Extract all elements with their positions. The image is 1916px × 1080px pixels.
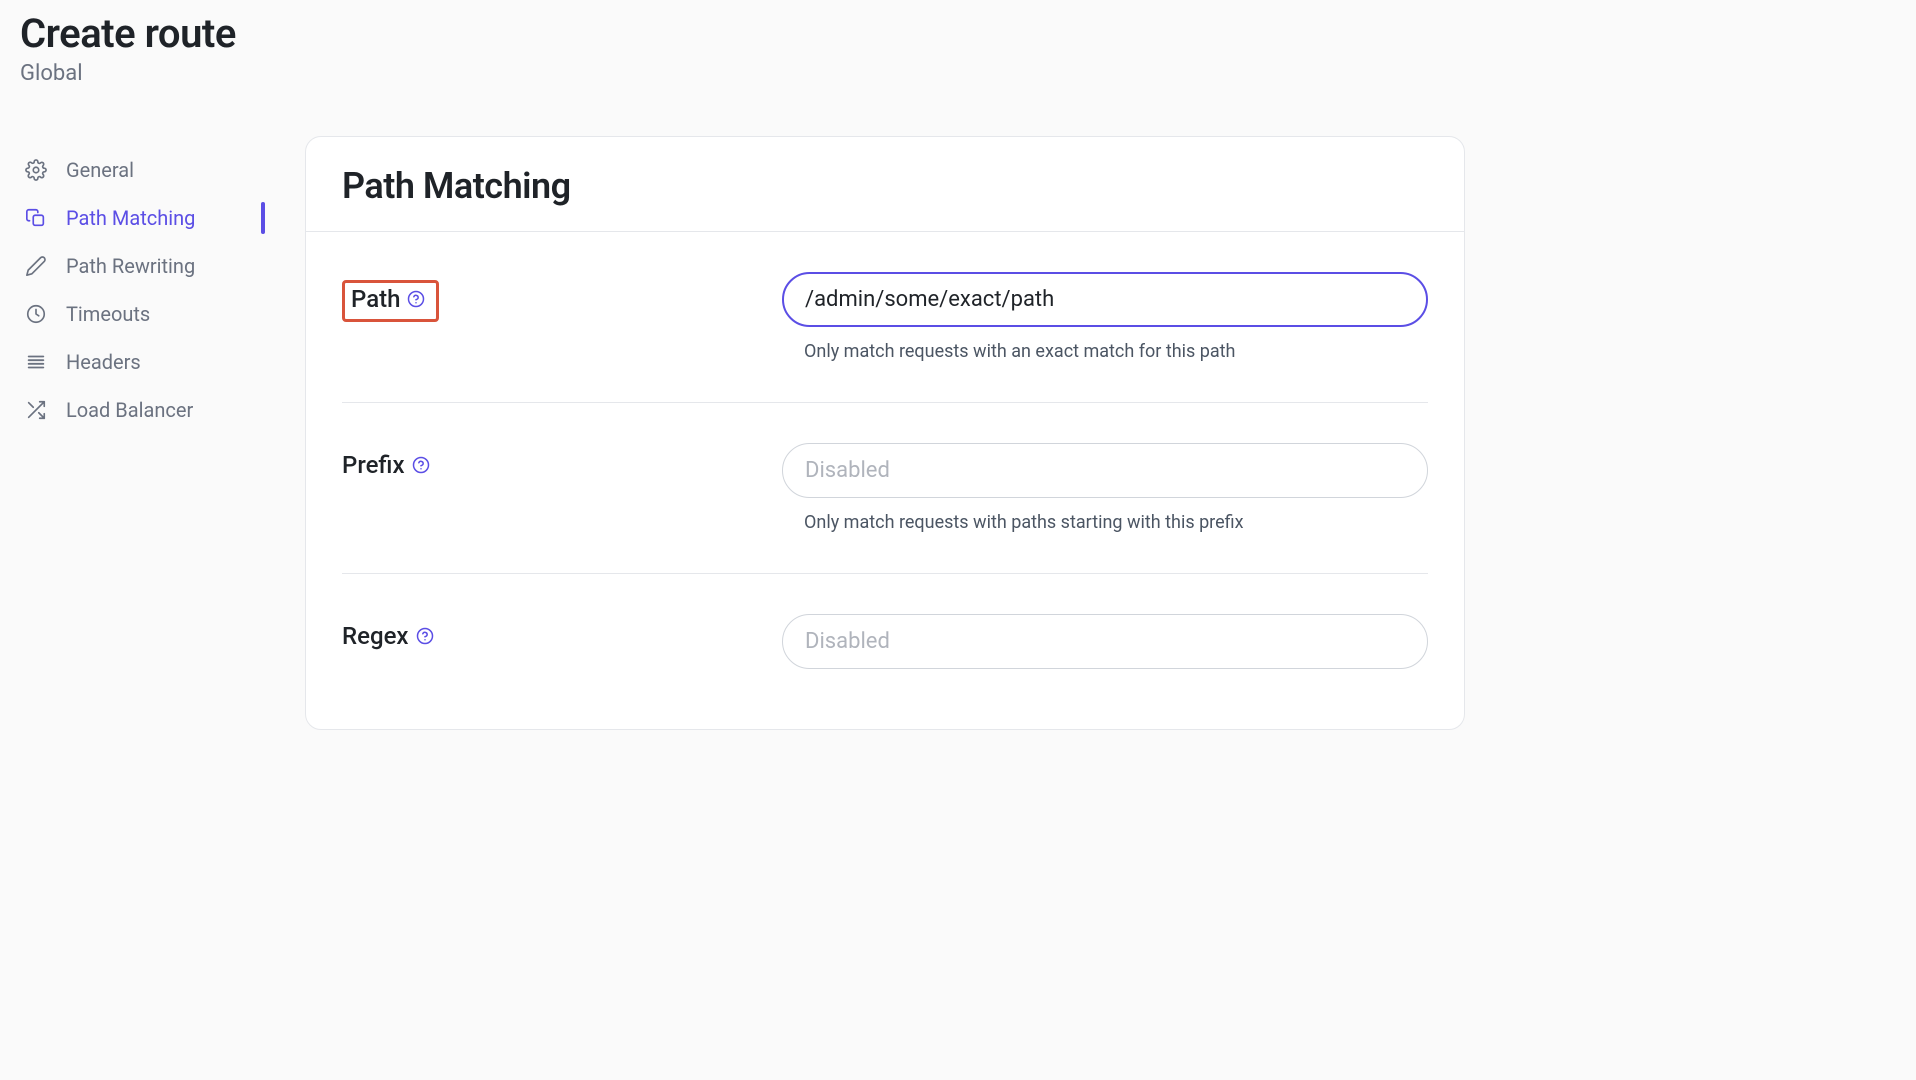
sidebar-item-label: Load Balancer <box>66 398 193 422</box>
form-label-col: Path <box>342 272 782 322</box>
form-row-prefix: Prefix Only match requests with paths st… <box>342 403 1428 574</box>
form-row-regex: Regex <box>342 574 1428 689</box>
sidebar-item-path-matching[interactable]: Path Matching <box>20 194 265 242</box>
help-icon[interactable] <box>411 455 431 475</box>
path-label: Path <box>351 285 400 313</box>
main-layout: General Path Matching Path Rewriting <box>20 136 1896 730</box>
regex-label: Regex <box>342 622 409 650</box>
panel-title: Path Matching <box>342 165 1428 207</box>
path-hint: Only match requests with an exact match … <box>782 341 1428 362</box>
sidebar-nav: General Path Matching Path Rewriting <box>20 136 265 730</box>
form-control-col: Only match requests with paths starting … <box>782 443 1428 533</box>
clock-icon <box>24 302 48 326</box>
page-subtitle: Global <box>20 61 1896 86</box>
regex-input[interactable] <box>782 614 1428 669</box>
page-title: Create route <box>20 10 1896 57</box>
sidebar-item-label: Path Matching <box>66 206 195 230</box>
form-control-col: Only match requests with an exact match … <box>782 272 1428 362</box>
sidebar-item-load-balancer[interactable]: Load Balancer <box>20 386 265 434</box>
help-icon[interactable] <box>415 626 435 646</box>
path-label-highlight: Path <box>342 280 439 322</box>
shuffle-icon <box>24 398 48 422</box>
form-label-col: Prefix <box>342 443 782 479</box>
sidebar-item-label: General <box>66 158 134 182</box>
panel-header: Path Matching <box>306 137 1464 232</box>
sidebar-item-timeouts[interactable]: Timeouts <box>20 290 265 338</box>
list-icon <box>24 350 48 374</box>
help-icon[interactable] <box>406 289 426 309</box>
sidebar-item-label: Path Rewriting <box>66 254 195 278</box>
prefix-hint: Only match requests with paths starting … <box>782 512 1428 533</box>
path-input[interactable] <box>782 272 1428 327</box>
panel-body: Path Only match requests with an exact m… <box>306 232 1464 729</box>
sidebar-item-general[interactable]: General <box>20 146 265 194</box>
sidebar-item-headers[interactable]: Headers <box>20 338 265 386</box>
sidebar-item-path-rewriting[interactable]: Path Rewriting <box>20 242 265 290</box>
gear-icon <box>24 158 48 182</box>
form-label-col: Regex <box>342 614 782 650</box>
form-row-path: Path Only match requests with an exact m… <box>342 232 1428 403</box>
sidebar-item-label: Headers <box>66 350 141 374</box>
content-panel: Path Matching Path <box>305 136 1465 730</box>
sidebar-item-label: Timeouts <box>66 302 150 326</box>
prefix-label: Prefix <box>342 451 405 479</box>
prefix-input[interactable] <box>782 443 1428 498</box>
copy-icon <box>24 206 48 230</box>
page-header: Create route Global <box>20 10 1896 86</box>
pencil-icon <box>24 254 48 278</box>
form-control-col <box>782 614 1428 669</box>
